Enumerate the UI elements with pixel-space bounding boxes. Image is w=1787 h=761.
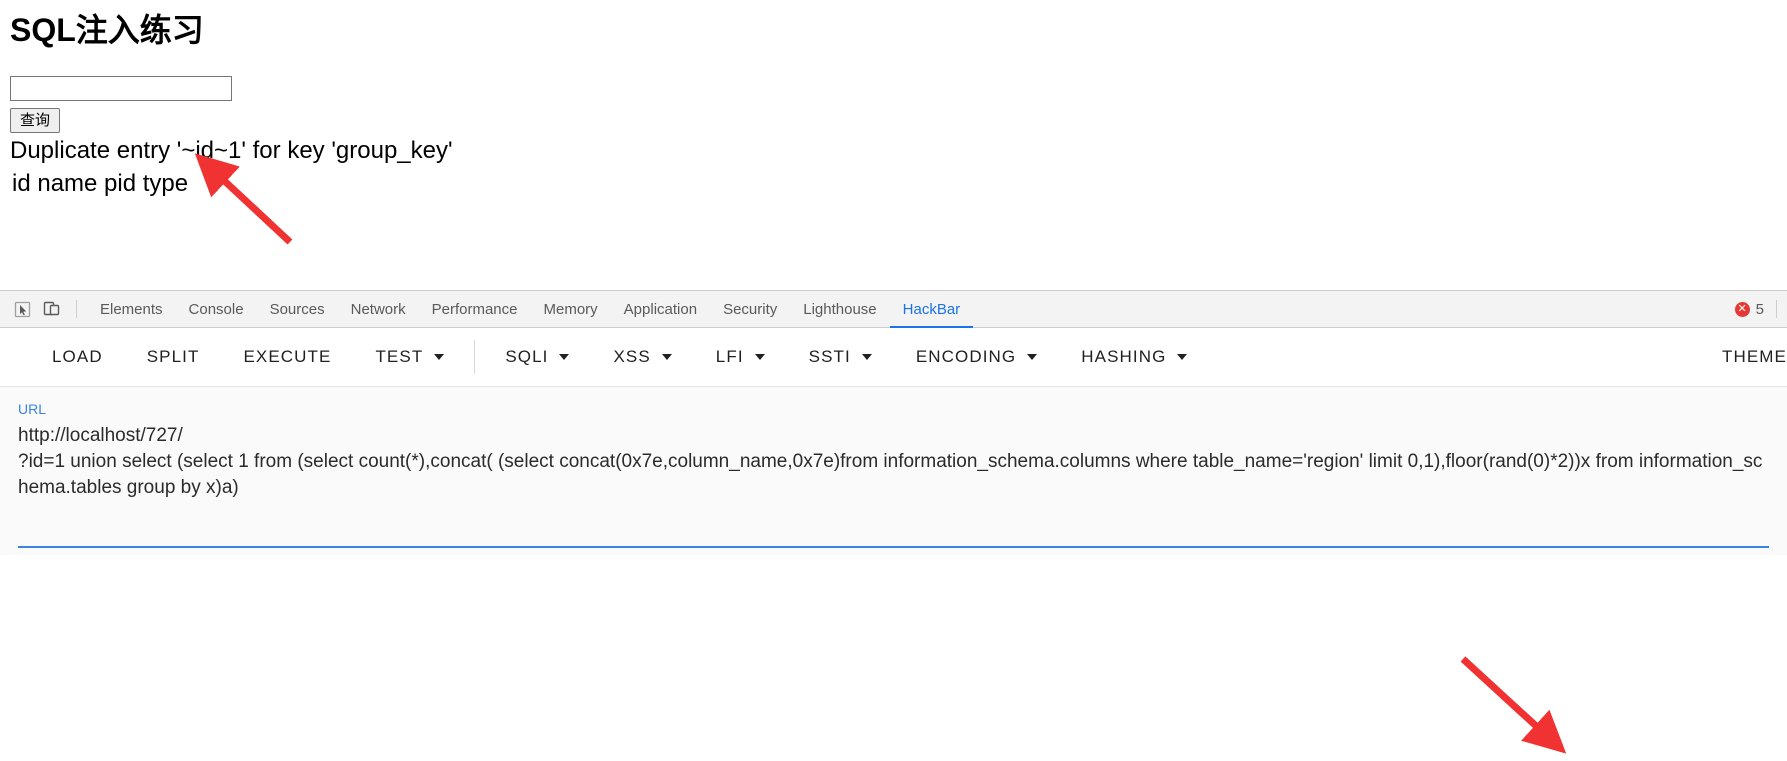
hackbar-ssti-label: SSTI	[808, 347, 851, 366]
url-input[interactable]: http://localhost/727/ ?id=1 union select…	[18, 423, 1769, 501]
hackbar-test-menu[interactable]: TEST	[353, 337, 466, 377]
hackbar-encoding-label: ENCODING	[915, 347, 1017, 366]
error-count-badge[interactable]: ✕ 5	[1734, 300, 1764, 318]
hackbar-ssti-menu[interactable]: SSTI	[787, 337, 894, 377]
error-circle-icon: ✕	[1734, 301, 1750, 317]
page-title: SQL注入练习	[10, 12, 204, 48]
hackbar-hashing-label: HASHING	[1081, 347, 1167, 366]
annotation-arrow-url	[1460, 656, 1567, 754]
hackbar-xss-label: XSS	[613, 347, 651, 366]
chevron-down-icon	[434, 354, 445, 360]
devtools-tab-console[interactable]: Console	[176, 291, 257, 328]
inspect-cursor-icon[interactable]	[8, 295, 36, 323]
url-field-underline	[18, 546, 1769, 548]
chevron-down-icon	[1177, 354, 1188, 360]
devtools-tab-application[interactable]: Application	[611, 291, 710, 328]
hackbar-encoding-menu[interactable]: ENCODING	[894, 337, 1059, 377]
chevron-down-icon	[861, 354, 872, 360]
hackbar-test-label: TEST	[375, 347, 424, 366]
chevron-down-icon	[559, 354, 570, 360]
hackbar-sqli-menu[interactable]: SQLI	[483, 337, 591, 377]
devtools-tab-hackbar[interactable]: HackBar	[890, 291, 974, 328]
device-toolbar-icon[interactable]	[38, 295, 66, 323]
url-field-label: URL	[18, 401, 47, 417]
hackbar-execute-label: EXECUTE	[243, 347, 332, 366]
hackbar-load-button[interactable]: LOAD	[30, 337, 125, 377]
web-page-viewport: SQL注入练习 查询 Duplicate entry '~id~1' for k…	[0, 0, 1787, 290]
sql-error-message: Duplicate entry '~id~1' for key 'group_k…	[10, 137, 453, 164]
hackbar-theme-button[interactable]: THEME	[1700, 337, 1787, 377]
devtools-tab-elements[interactable]: Elements	[87, 291, 176, 328]
hackbar-toolbar: LOAD SPLIT EXECUTE TEST SQLI XSS LFI SST…	[0, 328, 1787, 386]
devtools-tabbar-right: ✕ 5	[1734, 291, 1787, 328]
devtools-tabbar: Elements Console Sources Network Perform…	[0, 291, 1787, 328]
toolbar-divider	[76, 300, 77, 318]
submit-query-button[interactable]: 查询	[10, 108, 61, 133]
hackbar-divider	[474, 340, 476, 374]
hackbar-split-button[interactable]: SPLIT	[125, 337, 222, 377]
chevron-down-icon	[1027, 354, 1038, 360]
toolbar-divider-right	[1776, 300, 1777, 318]
hackbar-load-label: LOAD	[52, 347, 103, 366]
hackbar-url-panel: URL http://localhost/727/ ?id=1 union se…	[0, 386, 1787, 555]
columns-row: id name pid type	[12, 170, 189, 197]
hackbar-split-label: SPLIT	[146, 347, 200, 366]
hackbar-hashing-menu[interactable]: HASHING	[1059, 337, 1209, 377]
hackbar-lfi-menu[interactable]: LFI	[694, 337, 787, 377]
hackbar-theme-label: THEME	[1722, 347, 1787, 366]
annotation-arrow-error	[194, 153, 293, 245]
hackbar-sqli-label: SQLI	[505, 347, 549, 366]
devtools-tab-network[interactable]: Network	[338, 291, 419, 328]
chevron-down-icon	[661, 354, 672, 360]
hackbar-lfi-label: LFI	[715, 347, 744, 366]
hackbar-execute-button[interactable]: EXECUTE	[221, 337, 353, 377]
chevron-down-icon	[754, 354, 765, 360]
devtools-tab-sources[interactable]: Sources	[257, 291, 338, 328]
devtools-panel: Elements Console Sources Network Perform…	[0, 290, 1787, 754]
search-input[interactable]	[10, 76, 232, 101]
devtools-tab-security[interactable]: Security	[710, 291, 790, 328]
devtools-tab-performance[interactable]: Performance	[419, 291, 531, 328]
devtools-tab-memory[interactable]: Memory	[531, 291, 611, 328]
devtools-tab-lighthouse[interactable]: Lighthouse	[790, 291, 889, 328]
hackbar-xss-menu[interactable]: XSS	[591, 337, 693, 377]
error-count-value: 5	[1755, 300, 1764, 318]
